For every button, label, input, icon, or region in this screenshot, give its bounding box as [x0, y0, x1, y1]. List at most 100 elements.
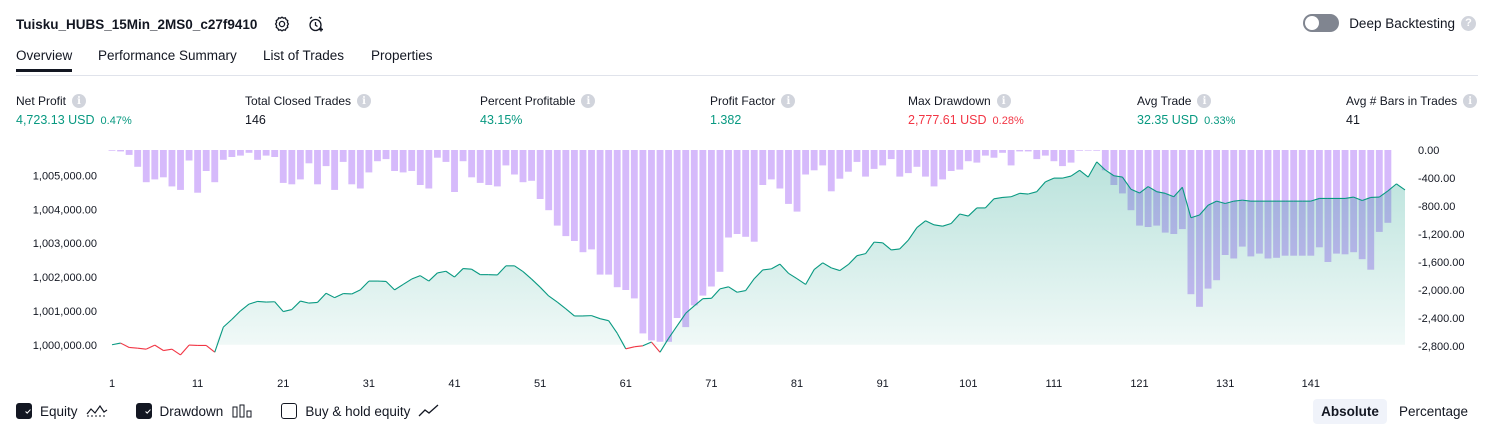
drawdown-bar	[682, 150, 690, 328]
drawdown-label: Drawdown	[159, 403, 224, 419]
settings-icon[interactable]	[273, 15, 291, 33]
drawdown-bar	[836, 150, 844, 179]
buyhold-checkbox[interactable]	[281, 403, 298, 419]
help-icon[interactable]: ?	[1461, 15, 1476, 31]
drawdown-bar	[725, 150, 732, 238]
left-axis-tick: 1,005,000.00	[33, 170, 97, 182]
drawdown-bar	[177, 150, 184, 190]
drawdown-bar	[134, 150, 142, 167]
info-icon[interactable]: i	[1197, 94, 1212, 108]
drawdown-bar	[459, 150, 467, 162]
drawdown-bar	[648, 150, 655, 341]
drawdown-bar	[1050, 150, 1058, 162]
percentage-button[interactable]: Percentage	[1391, 399, 1476, 424]
tab-bar: Overview Performance Summary List of Tra…	[16, 46, 1478, 76]
drawdown-bar	[939, 150, 947, 180]
stat-label: Max Drawdown	[908, 94, 991, 108]
drawdown-toggle[interactable]: Drawdown	[135, 403, 254, 419]
drawdown-bar	[656, 150, 664, 342]
drawdown-bar	[690, 150, 698, 306]
drawdown-bar	[853, 150, 861, 162]
stat-label: Avg # Bars in Trades	[1346, 94, 1458, 108]
drawdown-bar	[759, 150, 767, 185]
equity-line-segment	[308, 301, 318, 304]
strategy-header: Tuisku_HUBS_15Min_2MS0_c27f9410	[16, 12, 325, 36]
info-icon[interactable]: i	[781, 94, 796, 108]
stat-label: Profit Factor	[710, 94, 776, 108]
drawdown-bar	[922, 150, 929, 177]
drawdown-bar	[476, 150, 484, 183]
tab-list-of-trades[interactable]: List of Trades	[263, 48, 344, 72]
info-icon[interactable]: i	[1463, 94, 1478, 108]
drawdown-bar	[827, 150, 835, 192]
stat-percent-profitable: Percent Profitable i 43.15%	[480, 93, 596, 127]
drawdown-bar	[528, 150, 536, 181]
drawdown-bar	[142, 150, 150, 183]
equity-line-segment	[129, 346, 138, 349]
equity-line-segment	[205, 345, 216, 353]
drawdown-bar	[219, 150, 227, 160]
buyhold-toggle[interactable]: Buy & hold equity	[281, 403, 440, 419]
info-icon[interactable]: i	[996, 94, 1011, 108]
drawdown-bar	[228, 150, 236, 157]
stat-percent: 0.28%	[992, 115, 1024, 127]
drawdown-bar	[810, 150, 818, 171]
drawdown-bar	[408, 150, 416, 171]
info-icon[interactable]: i	[581, 94, 596, 108]
add-alert-icon[interactable]	[307, 15, 325, 33]
drawdown-bar	[1059, 150, 1066, 167]
drawdown-bar	[271, 150, 279, 157]
drawdown-bar	[168, 150, 176, 187]
drawdown-bar	[947, 150, 955, 171]
drawdown-bar	[159, 150, 167, 178]
drawdown-bar	[553, 150, 561, 226]
x-axis-tick: 131	[1216, 378, 1234, 390]
right-axis-tick: 0.00	[1418, 145, 1439, 157]
drawdown-bar	[382, 150, 390, 160]
drawdown-bar	[613, 150, 621, 288]
drawdown-bar	[245, 150, 253, 153]
drawdown-checkbox[interactable]	[135, 403, 152, 419]
drawdown-bar	[151, 150, 159, 180]
drawdown-bar	[785, 150, 792, 204]
absolute-button[interactable]: Absolute	[1313, 399, 1387, 424]
equity-line-segment	[1002, 196, 1012, 198]
tab-properties[interactable]: Properties	[371, 48, 433, 72]
drawdown-bar	[964, 150, 972, 162]
drawdown-bar	[442, 150, 450, 162]
left-axis-tick: 1,004,000.00	[33, 204, 97, 216]
drawdown-bar	[202, 150, 210, 171]
drawdown-bar	[433, 150, 441, 158]
stat-profit-factor: Profit Factor i 1.382	[710, 93, 796, 127]
drawdown-bar	[879, 150, 887, 166]
equity-line-segment	[634, 345, 643, 348]
equity-line-segment	[163, 348, 173, 352]
equity-checkbox[interactable]	[16, 403, 32, 419]
right-axis-tick: -2,400.00	[1418, 313, 1464, 325]
info-icon[interactable]: i	[72, 94, 87, 108]
info-icon[interactable]: i	[357, 94, 372, 108]
drawdown-bar	[1024, 150, 1032, 152]
drawdown-bar	[605, 150, 613, 275]
drawdown-bar	[185, 150, 193, 161]
equity-line-segment	[180, 344, 190, 356]
drawdown-bar	[990, 150, 998, 158]
drawdown-bar	[254, 150, 261, 160]
x-axis-tick: 111	[1046, 378, 1063, 390]
deep-backtesting-toggle[interactable]	[1303, 14, 1340, 32]
drawdown-bar	[237, 150, 244, 156]
x-axis-tick: 91	[877, 378, 889, 390]
drawdown-bar	[579, 150, 587, 253]
drawdown-bar	[896, 150, 904, 177]
tab-overview[interactable]: Overview	[16, 48, 73, 72]
drawdown-bar	[262, 150, 270, 156]
stat-label: Net Profit	[16, 94, 67, 108]
drawdown-bar	[1093, 150, 1101, 151]
drawdown-bar	[511, 150, 518, 175]
tab-performance-summary[interactable]: Performance Summary	[98, 48, 237, 72]
drawdown-bar	[887, 150, 895, 160]
equity-drawdown-chart[interactable]: 1,005,000.00 1,004,000.00 1,003,000.00 1,00…	[0, 140, 1494, 395]
drawdown-bar	[108, 150, 116, 151]
equity-toggle[interactable]: Equity	[16, 403, 108, 419]
equity-line-segment	[1019, 192, 1029, 195]
